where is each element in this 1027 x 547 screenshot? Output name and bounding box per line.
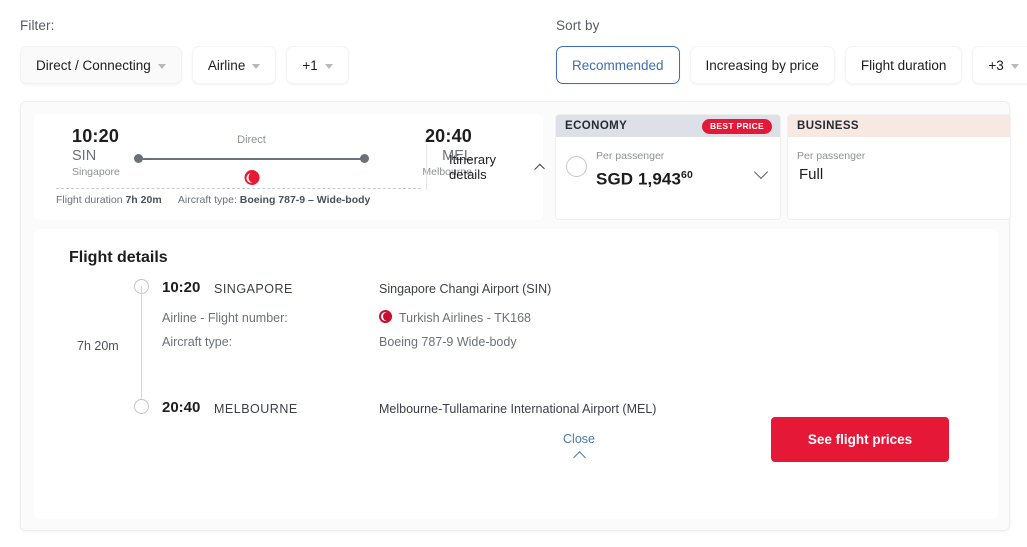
chevron-down-icon bbox=[1011, 64, 1019, 69]
fare-economy-per-passenger: Per passenger bbox=[596, 149, 771, 163]
flight-details-title: Flight details bbox=[69, 249, 168, 267]
sort-chip-row: Recommended Increasing by price Flight d… bbox=[556, 46, 1027, 84]
filter-chip-airline[interactable]: Airline bbox=[192, 46, 277, 84]
route-dot-destination bbox=[360, 154, 369, 163]
fare-economy-class: ECONOMY bbox=[565, 120, 627, 132]
flight-details-panel: Flight details 7h 20m 10:20 SINGAPORE Si… bbox=[34, 229, 998, 519]
chevron-up-icon bbox=[534, 164, 545, 175]
sort-chip-flight-duration-label: Flight duration bbox=[861, 58, 947, 73]
timeline-connector bbox=[141, 286, 142, 406]
segment-airline-label: Airline - Flight number: bbox=[162, 311, 288, 325]
filter-chip-direct-connecting-label: Direct / Connecting bbox=[36, 58, 151, 73]
fare-business-class: BUSINESS bbox=[797, 120, 859, 132]
duration-value: 7h 20m bbox=[125, 194, 161, 206]
divider bbox=[56, 188, 421, 189]
segment-arrival-city: MELBOURNE bbox=[214, 402, 298, 416]
filter-chip-direct-connecting[interactable]: Direct / Connecting bbox=[20, 46, 182, 84]
itinerary-summary: 10:20 SIN Singapore Direct 20:40 MEL bbox=[34, 114, 543, 220]
fare-economy-cents: 60 bbox=[681, 169, 693, 181]
fare-economy-body: Per passenger SGD 1,94360 bbox=[556, 137, 780, 220]
segment-departure-time: 10:20 bbox=[162, 279, 200, 296]
duration-label: Flight duration bbox=[56, 194, 123, 206]
segment-departure-city: SINGAPORE bbox=[214, 282, 293, 296]
itinerary-details-toggle-label: Itinerary details bbox=[449, 152, 528, 182]
segment-airline-value: Turkish Airlines - TK168 bbox=[399, 311, 531, 325]
segment-departure-airport: Singapore Changi Airport (SIN) bbox=[379, 282, 551, 296]
route-line: Direct bbox=[134, 150, 369, 184]
sort-chip-recommended[interactable]: Recommended bbox=[556, 46, 680, 84]
itinerary-summary-row: 10:20 SIN Singapore Direct 20:40 MEL bbox=[34, 114, 998, 220]
turkish-airlines-logo-icon bbox=[379, 310, 392, 323]
sort-label: Sort by bbox=[556, 0, 1027, 33]
fare-card-business[interactable]: BUSINESS Per passenger Full bbox=[787, 114, 1011, 220]
filter-label: Filter: bbox=[20, 0, 349, 33]
sort-chip-increasing-by-price[interactable]: Increasing by price bbox=[690, 46, 835, 84]
aircraft-label: Aircraft type: bbox=[178, 194, 237, 206]
sort-chip-increasing-by-price-label: Increasing by price bbox=[706, 58, 819, 73]
fare-business-header: BUSINESS bbox=[788, 115, 1010, 137]
fare-economy-header: ECONOMY BEST PRICE bbox=[556, 115, 780, 137]
best-price-badge: BEST PRICE bbox=[702, 119, 772, 134]
sort-chip-flight-duration[interactable]: Flight duration bbox=[845, 46, 963, 84]
sort-chip-more-label: +3 bbox=[988, 58, 1003, 73]
fare-economy-price: SGD 1,94360 bbox=[596, 163, 771, 192]
fare-economy-currency: SGD bbox=[596, 170, 633, 189]
turkish-airlines-logo-icon bbox=[244, 170, 259, 185]
itinerary-details-toggle[interactable]: Itinerary details bbox=[426, 144, 543, 190]
segment-aircraft-label: Aircraft type: bbox=[162, 335, 232, 349]
fare-economy-amount: 1,943 bbox=[638, 170, 681, 189]
fare-business-per-passenger: Per passenger bbox=[797, 149, 1001, 163]
sort-group: Sort by Recommended Increasing by price … bbox=[556, 0, 1027, 84]
close-details-label: Close bbox=[531, 432, 627, 446]
chevron-down-icon bbox=[158, 64, 166, 69]
segment-arrival-time: 20:40 bbox=[162, 399, 200, 416]
filter-chip-more[interactable]: +1 bbox=[286, 46, 348, 84]
route-connector bbox=[140, 158, 363, 160]
departure-code: SIN bbox=[72, 147, 120, 165]
fare-business-status: Full bbox=[797, 163, 1001, 187]
fare-economy-radio[interactable] bbox=[566, 156, 587, 177]
itinerary-facts: Flight duration 7h 20m Aircraft type: Bo… bbox=[56, 194, 370, 206]
aircraft-value: Boeing 787-9 – Wide-body bbox=[240, 194, 371, 206]
chevron-up-icon bbox=[573, 451, 586, 464]
timeline-node-arrival bbox=[134, 399, 149, 414]
filter-chip-more-label: +1 bbox=[302, 58, 317, 73]
filter-chip-airline-label: Airline bbox=[208, 58, 246, 73]
segment-aircraft-value: Boeing 787-9 Wide-body bbox=[379, 335, 517, 349]
departure-time: 10:20 bbox=[72, 125, 120, 147]
segment-arrival-airport: Melbourne-Tullamarine International Airp… bbox=[379, 402, 656, 416]
chevron-down-icon bbox=[325, 64, 333, 69]
flight-result-card: 10:20 SIN Singapore Direct 20:40 MEL bbox=[20, 101, 1010, 531]
fare-card-economy[interactable]: ECONOMY BEST PRICE Per passenger SGD 1,9… bbox=[555, 114, 781, 220]
filter-group: Filter: Direct / Connecting Airline +1 bbox=[20, 0, 349, 84]
sort-chip-recommended-label: Recommended bbox=[572, 58, 664, 73]
controls-bar: Filter: Direct / Connecting Airline +1 S… bbox=[0, 0, 1027, 96]
close-details-button[interactable]: Close bbox=[531, 432, 627, 467]
flight-results-page: Filter: Direct / Connecting Airline +1 S… bbox=[0, 0, 1027, 547]
chevron-down-icon bbox=[252, 64, 260, 69]
stops-label: Direct bbox=[134, 134, 369, 146]
see-flight-prices-button[interactable]: See flight prices bbox=[771, 417, 949, 462]
departure-endpoint: 10:20 SIN Singapore bbox=[72, 125, 120, 180]
segment-duration: 7h 20m bbox=[77, 339, 119, 353]
sort-chip-more[interactable]: +3 bbox=[972, 46, 1027, 84]
departure-city: Singapore bbox=[72, 165, 120, 180]
filter-chip-row: Direct / Connecting Airline +1 bbox=[20, 46, 349, 84]
fare-business-body: Per passenger Full bbox=[788, 137, 1010, 220]
